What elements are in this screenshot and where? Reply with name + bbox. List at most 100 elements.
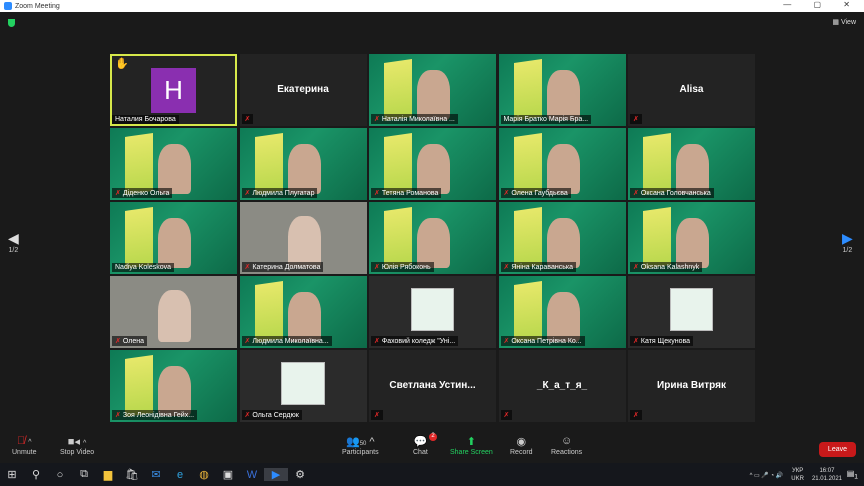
participant-tile[interactable]: ✗ Яніна Караванська: [498, 202, 626, 274]
video-feed: [417, 143, 451, 195]
background-image: [513, 133, 542, 195]
next-page-button[interactable]: ▶ 1/2: [842, 230, 853, 254]
chat-badge: 2: [429, 433, 437, 441]
participant-name: Яніна Караванська: [511, 263, 573, 271]
participant-tile[interactable]: ✗ Людмила Плугатар: [239, 128, 367, 200]
name-label: ✗ Діденко Ольга: [112, 188, 173, 198]
window-controls[interactable]: — ▢ ✕: [783, 0, 860, 9]
muted-mic-icon: ✗: [503, 338, 510, 345]
reactions-label: Reactions: [551, 449, 583, 456]
video-camera-icon: ■◂ ^: [67, 436, 87, 448]
background-image: [384, 207, 413, 269]
reactions-button[interactable]: ☺ Reactions: [551, 435, 582, 456]
muted-mic-icon: ✗: [503, 190, 510, 197]
security-shield-icon[interactable]: [8, 19, 15, 27]
system-tray: ^ ▭ 🎤 ◔ 🔊 УКР UKR 16:07 21.01.2021: [750, 467, 842, 483]
lang-top: УКР: [791, 468, 804, 474]
participant-tile[interactable]: ✗ Юлія Рябоконь: [369, 202, 496, 274]
participant-tile[interactable]: ✗ Діденко Ольга: [110, 128, 237, 200]
video-feed: [158, 143, 192, 195]
name-label: ✗: [371, 410, 383, 420]
participant-tile[interactable]: ✗ Катя Щекунова: [628, 276, 755, 348]
participant-tile[interactable]: ✗ Зоя Леонідівна Гейх...: [110, 350, 237, 422]
record-icon: ◉: [516, 436, 527, 448]
participant-tile[interactable]: Марія Братко Марія Бра...: [498, 54, 626, 126]
muted-mic-icon: ✗: [503, 412, 510, 419]
muted-mic-icon: ✗: [374, 412, 380, 419]
muted-mic-icon: 🎙̸ ^: [16, 435, 32, 447]
participant-tile[interactable]: Ирина Витряк ✗: [628, 350, 755, 422]
name-label: ✗ Oksana Kalashnyk: [630, 262, 703, 272]
app-icon[interactable]: ▣: [216, 468, 240, 481]
chrome-icon[interactable]: ◍: [192, 468, 216, 481]
search-icon[interactable]: ⚲: [24, 468, 48, 481]
unmute-button[interactable]: 🎙̸ ^ Unmute: [12, 435, 37, 456]
record-button[interactable]: ◉ Record: [510, 435, 533, 456]
chat-button[interactable]: 💬 2 Chat: [413, 433, 437, 456]
participant-name: Nadiya Koleskova: [115, 264, 172, 271]
word-icon[interactable]: W: [240, 469, 264, 481]
background-image: [513, 207, 542, 269]
participant-tile[interactable]: ✗ Наталія Миколаївна ...: [369, 54, 496, 126]
participant-name: Фаховий коледж "Уні...: [381, 337, 456, 345]
leave-button[interactable]: Leave: [818, 442, 856, 457]
participant-name: Марія Братко Марія Бра...: [503, 116, 589, 123]
tray-icons[interactable]: ^ ▭ 🎤 ◔ 🔊: [750, 472, 784, 479]
video-feed: [287, 216, 321, 269]
cortana-icon[interactable]: ○: [48, 469, 72, 481]
participant-tile[interactable]: ✗ Олена Гаубдьєва: [498, 128, 626, 200]
participant-name: Oksana Kalashnyk: [640, 263, 700, 271]
name-label: ✗: [630, 410, 642, 420]
mail-icon[interactable]: ✉: [144, 468, 168, 481]
arrow-right-icon: ▶: [842, 230, 853, 246]
reactions-icon: ☺: [560, 435, 573, 447]
participant-tile[interactable]: Nadiya Koleskova: [110, 202, 237, 274]
participant-tile[interactable]: Alisa ✗: [628, 54, 755, 126]
prev-page-button[interactable]: ◀ 1/2: [8, 230, 19, 254]
participant-tile[interactable]: ✗ Олена: [110, 276, 237, 348]
store-icon[interactable]: 🛍: [120, 468, 144, 481]
notifications-icon[interactable]: ▤1: [847, 469, 858, 481]
task-view-icon[interactable]: ⧉: [72, 468, 96, 481]
avatar: H: [151, 68, 196, 113]
participant-tile[interactable]: ✗ Оксана Петрівна Ко...: [498, 276, 626, 348]
video-feed: [546, 291, 580, 343]
windows-start-icon[interactable]: ⊞: [0, 468, 24, 481]
participant-tile[interactable]: ✗ Oksana Kalashnyk: [628, 202, 755, 274]
participant-name: Катерина Долматова: [252, 263, 321, 271]
edge-icon[interactable]: e: [168, 469, 192, 481]
participants-button[interactable]: 👥50 ^ Participants: [342, 435, 379, 456]
zoom-taskbar-icon[interactable]: ▶: [264, 468, 288, 481]
share-screen-button[interactable]: ⬆ Share Screen: [450, 435, 493, 456]
participant-tile[interactable]: ✗ Оксана Головчанська: [628, 128, 755, 200]
file-explorer-icon[interactable]: ▆: [96, 468, 120, 481]
background-image: [513, 59, 542, 121]
participant-tile[interactable]: ✗ Фаховий коледж "Уні...: [369, 276, 496, 348]
participant-tile[interactable]: ✗ Ольга Сердюк: [239, 350, 367, 422]
name-label: ✗: [630, 114, 642, 124]
participant-name-large: Екатерина: [277, 84, 329, 95]
participant-tile[interactable]: Светлана Устин... ✗: [369, 350, 496, 422]
participant-tile[interactable]: ✗ Людмила Миколаївна...: [239, 276, 367, 348]
settings-icon[interactable]: ⚙: [288, 468, 312, 481]
video-feed: [158, 290, 192, 343]
participant-name: Людмила Плугатар: [252, 189, 315, 197]
participant-tile[interactable]: ✗ Тетяна Романова: [369, 128, 496, 200]
record-label: Record: [510, 449, 533, 456]
clock[interactable]: 16:07 21.01.2021: [812, 467, 842, 483]
participant-tile[interactable]: H ✋ Наталия Бочарова: [110, 54, 237, 126]
profile-picture: [281, 361, 325, 405]
language-indicator[interactable]: УКР UKR: [791, 467, 804, 483]
muted-mic-icon: ✗: [244, 190, 251, 197]
participant-tile[interactable]: ✗ Катерина Долматова: [239, 202, 367, 274]
stop-video-button[interactable]: ■◂ ^ Stop Video: [60, 435, 94, 456]
profile-picture: [410, 287, 455, 331]
participant-tile[interactable]: Екатерина ✗: [239, 54, 367, 126]
participant-name: Олена Гаубдьєва: [511, 189, 568, 197]
participants-count: 50: [359, 441, 367, 447]
name-label: ✗ Людмила Миколаївна...: [241, 336, 332, 346]
view-button[interactable]: ▦ View: [832, 18, 856, 26]
muted-mic-icon: ✗: [115, 190, 121, 197]
video-feed: [287, 291, 321, 343]
participant-tile[interactable]: _К_а_т_я_ ✗: [498, 350, 626, 422]
